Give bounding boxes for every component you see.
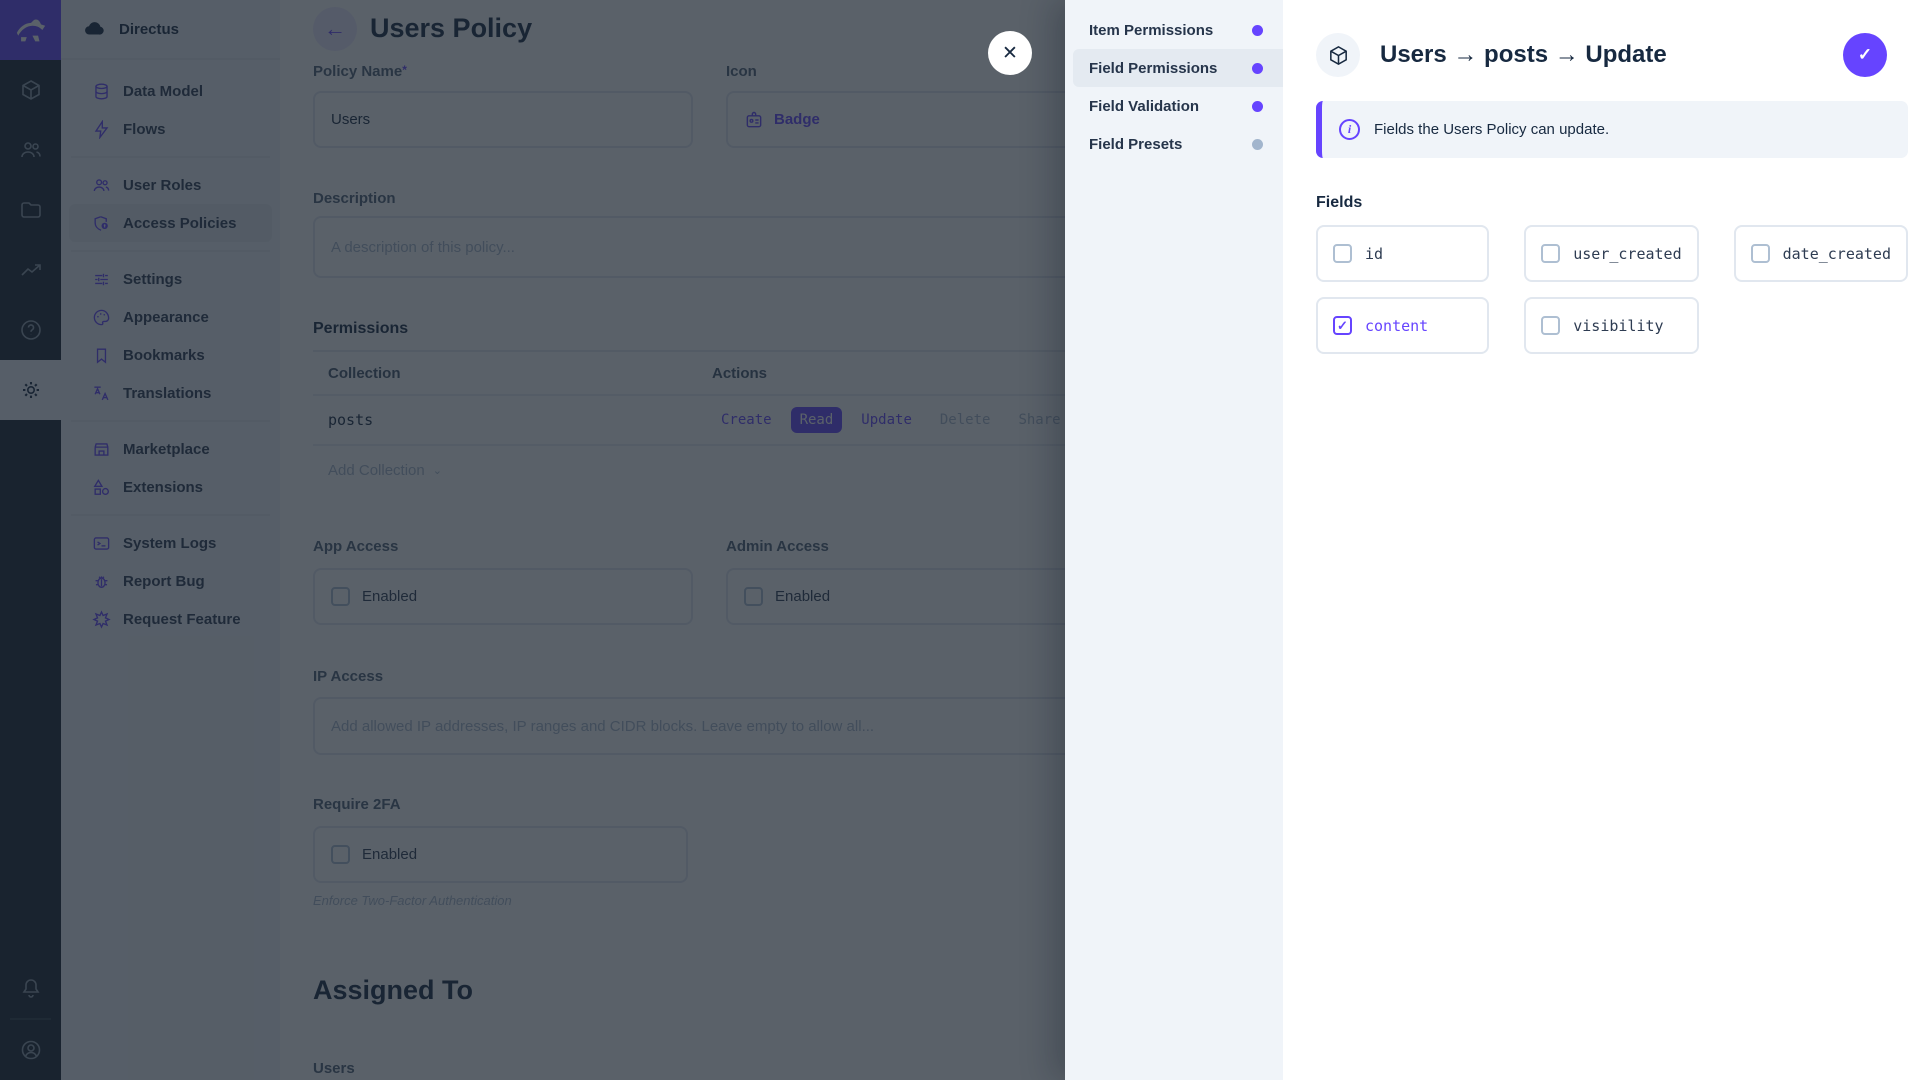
drawer-tab-field-permissions[interactable]: Field Permissions <box>1073 49 1283 87</box>
drawer-close-button[interactable]: ✕ <box>988 31 1032 75</box>
field-checkbox[interactable]: ✓ <box>1541 244 1561 263</box>
fields-grid: ✓ id ✓ user_created ✓ date_created ✓ con… <box>1316 225 1908 354</box>
cube-icon <box>1329 45 1347 65</box>
drawer-header: Users → posts → Update ✓ <box>1316 33 1908 77</box>
status-dot <box>1252 138 1263 150</box>
info-banner: i Fields the Users Policy can update. <box>1316 101 1908 158</box>
fields-heading: Fields <box>1316 194 1363 211</box>
field-card-id[interactable]: ✓ id <box>1316 225 1490 282</box>
field-checkbox[interactable]: ✓ <box>1333 316 1352 335</box>
info-icon: i <box>1339 119 1360 140</box>
directus-app: Directus Data Model Flows User Roles Acc… <box>0 0 1920 1080</box>
field-checkbox[interactable]: ✓ <box>1333 244 1352 263</box>
drawer-tab-field-presets[interactable]: Field Presets <box>1073 125 1283 163</box>
check-icon: ✓ <box>1857 45 1873 64</box>
drawer-overlay-scrim[interactable] <box>0 0 1065 1080</box>
permissions-drawer: Item Permissions Field Permissions Field… <box>1065 0 1920 1080</box>
status-dot <box>1252 24 1263 36</box>
field-card-content[interactable]: ✓ content <box>1316 297 1490 354</box>
close-icon: ✕ <box>1002 42 1018 64</box>
info-banner-text: Fields the Users Policy can update. <box>1374 121 1610 138</box>
collection-badge <box>1316 33 1360 77</box>
field-card-visibility[interactable]: ✓ visibility <box>1524 297 1699 354</box>
field-checkbox[interactable]: ✓ <box>1750 244 1770 263</box>
drawer-section-nav: Item Permissions Field Permissions Field… <box>1065 0 1283 1080</box>
drawer-title: Users → posts → Update <box>1380 41 1667 68</box>
field-card-date-created[interactable]: ✓ date_created <box>1733 225 1908 282</box>
drawer-tab-field-validation[interactable]: Field Validation <box>1073 87 1283 125</box>
drawer-content: Users → posts → Update ✓ i Fields the Us… <box>1283 0 1920 1080</box>
status-dot <box>1252 100 1263 112</box>
status-dot <box>1252 62 1263 74</box>
save-button[interactable]: ✓ <box>1843 33 1887 77</box>
field-card-user-created[interactable]: ✓ user_created <box>1524 225 1699 282</box>
field-checkbox[interactable]: ✓ <box>1541 316 1561 335</box>
drawer-tab-item-permissions[interactable]: Item Permissions <box>1073 11 1283 49</box>
